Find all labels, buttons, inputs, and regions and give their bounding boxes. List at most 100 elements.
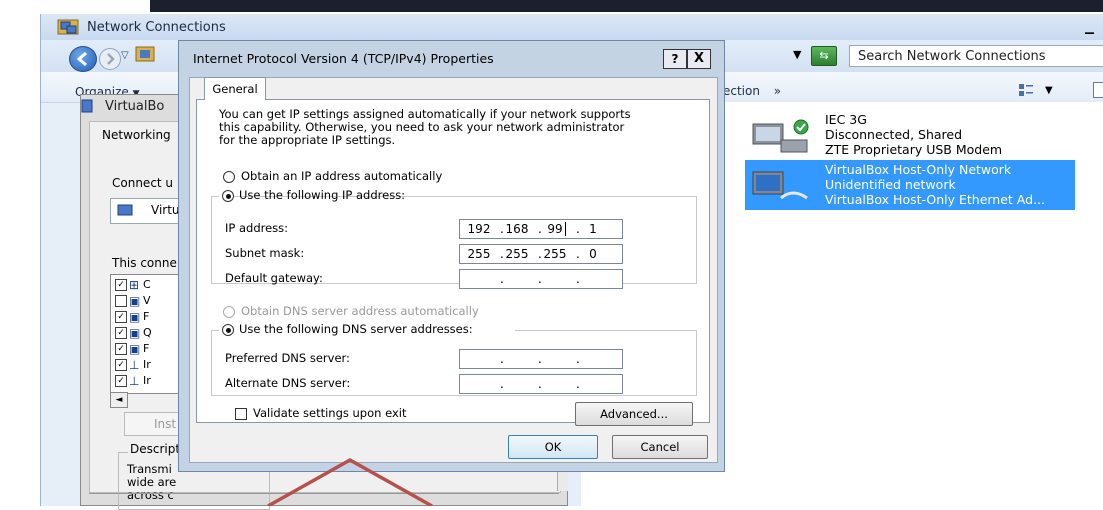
ethernet-connection-icon xyxy=(752,171,808,200)
ip-address-label: IP address: xyxy=(225,221,289,235)
tab-networking[interactable]: Networking xyxy=(102,128,171,142)
alternate-dns-input[interactable]: . . . xyxy=(459,374,623,394)
address-dropdown-icon[interactable]: ▼ xyxy=(793,48,801,61)
connection-text: IEC 3G Disconnected, Shared ZTE Propriet… xyxy=(825,112,1002,157)
refresh-button[interactable]: ⇆ xyxy=(811,46,837,66)
network-adapter-icon xyxy=(117,204,133,216)
protocol-icon: ⊥ xyxy=(129,374,140,388)
adapter-icon xyxy=(81,99,93,113)
service-icon: ▣ xyxy=(129,310,141,324)
obtain-dns-auto-label: Obtain DNS server address automatically xyxy=(241,304,479,318)
connection-command-label: ection xyxy=(723,84,760,98)
intro-text: You can get IP settings assigned automat… xyxy=(219,108,679,147)
mask-octet: 0 xyxy=(589,247,597,261)
network-folder-icon xyxy=(57,19,79,35)
dialog-title: Internet Protocol Version 4 (TCP/IPv4) P… xyxy=(193,51,494,66)
back-button[interactable] xyxy=(69,46,97,72)
vbox-window-title: VirtualBo xyxy=(105,99,165,114)
top-dark-bar xyxy=(150,0,1103,12)
protocol-icon: ⊥ xyxy=(129,358,140,372)
view-dropdown-icon[interactable]: ▼ xyxy=(1045,85,1053,96)
history-dropdown-icon[interactable]: ▽ xyxy=(121,50,129,61)
connection-text: VirtualBox Host-Only Network Unidentifie… xyxy=(825,162,1045,207)
adapter-name: Virtu xyxy=(151,203,180,217)
use-following-dns-radio[interactable] xyxy=(222,324,234,336)
connection-device: VirtualBox Host-Only Ethernet Ad... xyxy=(825,192,1045,207)
component-label: Ir xyxy=(143,374,151,387)
mask-octet: 255 xyxy=(543,247,567,261)
dialog-body: You can get IP settings assigned automat… xyxy=(189,77,718,463)
network-window-title: Network Connections xyxy=(87,20,226,35)
use-following-ip-radio[interactable] xyxy=(222,190,234,202)
general-tab-panel: You can get IP settings assigned automat… xyxy=(196,99,710,426)
connection-name: VirtualBox Host-Only Network xyxy=(825,162,1012,177)
mask-octet: 255 xyxy=(505,247,529,261)
refresh-icon: ⇆ xyxy=(819,49,829,62)
component-label: Q xyxy=(143,326,152,339)
connection-item-virtualbox-host-only[interactable]: VirtualBox Host-Only Network Unidentifie… xyxy=(745,160,1075,210)
cancel-button[interactable]: Cancel xyxy=(612,435,708,459)
mask-octet: 255 xyxy=(467,247,491,261)
service-icon: ▣ xyxy=(129,342,141,356)
preview-pane-icon[interactable] xyxy=(1093,82,1103,98)
network-window-titlebar: Network Connections _ xyxy=(41,14,1103,40)
preferred-dns-label: Preferred DNS server: xyxy=(225,351,350,365)
obtain-ip-auto-label: Obtain an IP address automatically xyxy=(241,169,443,183)
help-button[interactable]: ? xyxy=(663,49,687,69)
alternate-dns-label: Alternate DNS server: xyxy=(225,376,351,390)
ip-octet: 1 xyxy=(589,222,597,236)
obtain-dns-auto-radio[interactable] xyxy=(223,306,235,318)
ip-octet: 192 xyxy=(467,222,491,236)
use-following-dns-label: Use the following DNS server addresses: xyxy=(239,322,473,336)
connection-item-iec-3g[interactable]: IEC 3G Disconnected, Shared ZTE Propriet… xyxy=(745,110,1075,160)
preferred-dns-input[interactable]: . . . xyxy=(459,349,623,369)
connection-name: IEC 3G xyxy=(825,112,867,127)
annotation-chevron xyxy=(267,457,433,506)
default-gateway-label: Default gateway: xyxy=(225,271,323,285)
connection-status: Unidentified network xyxy=(825,177,956,192)
more-commands-icon[interactable]: » xyxy=(774,84,781,98)
component-label: V xyxy=(143,294,151,307)
connection-command[interactable]: ection » xyxy=(723,84,781,98)
component-checkbox[interactable]: ✓ xyxy=(115,359,127,371)
service-icon: ▣ xyxy=(129,294,141,308)
ok-button[interactable]: OK xyxy=(508,435,598,459)
default-gateway-input[interactable]: . . . xyxy=(459,269,623,289)
advanced-button[interactable]: Advanced... xyxy=(575,402,693,426)
description-label: Descripti xyxy=(128,442,186,456)
validate-label: Validate settings upon exit xyxy=(253,406,407,420)
tab-general[interactable]: General xyxy=(204,77,266,100)
component-checkbox[interactable]: ✓ xyxy=(115,375,127,387)
network-folder-icon xyxy=(135,46,155,62)
subnet-mask-label: Subnet mask: xyxy=(225,246,305,260)
component-checkbox[interactable]: ✓ xyxy=(115,327,127,339)
component-checkbox[interactable]: ✓ xyxy=(115,279,127,291)
intro-line: for the appropriate IP settings. xyxy=(219,133,396,147)
client-icon: ⊞ xyxy=(129,278,140,292)
use-following-ip-label: Use the following IP address: xyxy=(239,188,406,202)
obtain-ip-auto-radio[interactable] xyxy=(223,171,235,183)
ip-address-input[interactable]: 192 . 168 . 99 . 1 xyxy=(459,219,623,239)
change-view-icon[interactable] xyxy=(1019,84,1033,96)
subnet-mask-input[interactable]: 255 . 255 . 255 . 0 xyxy=(459,244,623,264)
forward-button[interactable] xyxy=(99,48,121,70)
component-label: F xyxy=(143,310,150,323)
modem-connection-icon xyxy=(752,119,809,153)
component-checkbox[interactable] xyxy=(115,295,127,307)
component-label: C xyxy=(143,278,151,291)
close-button[interactable]: X xyxy=(687,49,711,69)
use-dns-legend: Use the following DNS server addresses: xyxy=(219,322,515,336)
ipv4-properties-dialog: Internet Protocol Version 4 (TCP/IPv4) P… xyxy=(178,40,725,472)
text-cursor xyxy=(565,222,566,236)
component-checkbox[interactable]: ✓ xyxy=(115,343,127,355)
component-checkbox[interactable]: ✓ xyxy=(115,311,127,323)
validate-checkbox[interactable] xyxy=(235,408,247,420)
minimize-button[interactable]: _ xyxy=(1085,14,1094,35)
connection-status: Disconnected, Shared xyxy=(825,127,963,142)
search-input[interactable]: Search Network Connections xyxy=(849,45,1103,67)
arrow-left-icon xyxy=(76,51,87,67)
component-label: Ir xyxy=(143,358,151,371)
connect-using-label: Connect u xyxy=(112,176,174,190)
scroll-left-button[interactable]: ◄ xyxy=(110,392,128,408)
this-connection-label: This conne xyxy=(112,256,177,270)
